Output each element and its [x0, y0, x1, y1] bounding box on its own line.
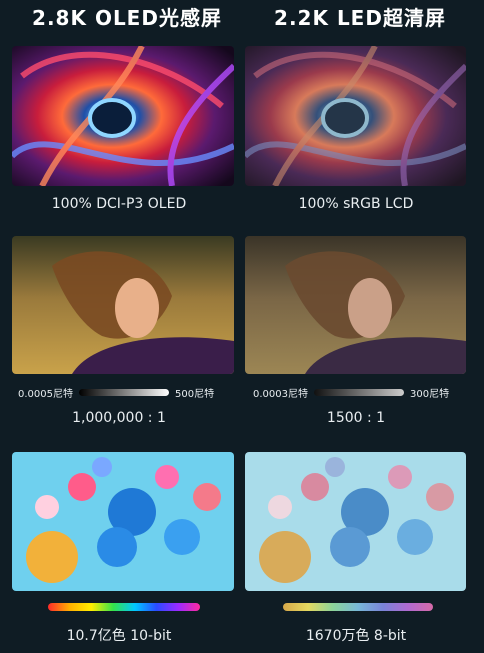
lcd-contrast-ratio: 1500 : 1: [326, 410, 386, 426]
oled-gamut-caption: 100% DCI-P3 OLED: [51, 196, 187, 212]
lcd-brightness-min: 0.0003尼特: [253, 389, 308, 400]
oled-portrait-image: [12, 236, 234, 374]
lcd-color-depth: 1670万色 8-bit: [305, 628, 407, 644]
lcd-abstract-swirl-image: [245, 46, 466, 186]
oled-screen-title: 2.8K OLED光感屏: [32, 6, 222, 30]
oled-abstract-swirl-image: [12, 46, 234, 186]
lcd-portrait-image: [245, 236, 466, 374]
lcd-floral-art-image: [245, 452, 466, 591]
oled-brightness-scale: 0.0005尼特 500尼特: [18, 385, 214, 400]
oled-brightness-gradient-bar: [79, 389, 169, 396]
oled-brightness-min: 0.0005尼特: [18, 389, 73, 400]
oled-brightness-max: 500尼特: [175, 389, 215, 400]
oled-contrast-ratio: 1,000,000 : 1: [72, 410, 166, 426]
lcd-brightness-scale: 0.0003尼特 300尼特: [253, 385, 449, 400]
lcd-brightness-gradient-bar: [314, 389, 404, 396]
oled-color-gamut-bar: [48, 603, 200, 611]
lcd-color-gamut-bar: [283, 603, 433, 611]
oled-floral-art-image: [12, 452, 234, 591]
lcd-gamut-caption: 100% sRGB LCD: [298, 196, 414, 212]
oled-color-depth: 10.7亿色 10-bit: [66, 628, 172, 644]
lcd-brightness-max: 300尼特: [410, 389, 450, 400]
lcd-screen-title: 2.2K LED超清屏: [274, 6, 446, 30]
